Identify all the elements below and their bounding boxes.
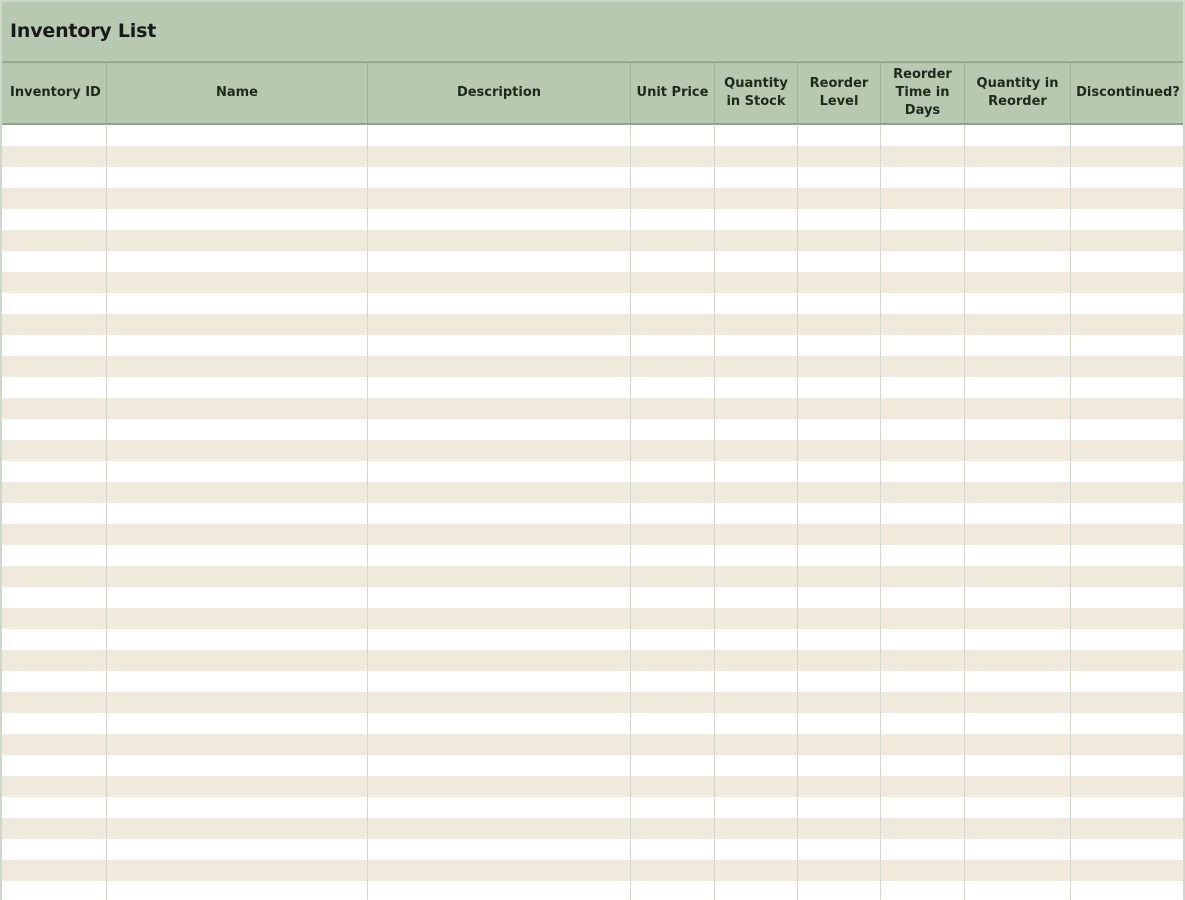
column-divider [714,125,715,900]
inventory-sheet: Inventory List Inventory ID Name Descrip… [0,0,1185,900]
column-divider [630,125,631,900]
sheet-left-edge [0,0,2,900]
column-header-discontinued[interactable]: Discontinued? [1071,63,1185,123]
column-divider [880,125,881,900]
column-header-reorder-level[interactable]: Reorder Level [798,63,881,123]
table-body[interactable] [0,125,1185,900]
column-header-quantity-in-stock[interactable]: Quantity in Stock [715,63,798,123]
column-header-quantity-in-reorder[interactable]: Quantity in Reorder [965,63,1071,123]
column-header-reorder-time-in-days[interactable]: Reorder Time in Days [881,63,965,123]
column-header-name[interactable]: Name [107,63,368,123]
column-header-inventory-id[interactable]: Inventory ID [0,63,107,123]
column-divider [106,125,107,900]
column-divider [964,125,965,900]
column-divider [1070,125,1071,900]
column-header-unit-price[interactable]: Unit Price [631,63,715,123]
title-bar: Inventory List [0,0,1185,62]
column-divider [797,125,798,900]
column-header-description[interactable]: Description [368,63,631,123]
column-divider [367,125,368,900]
sheet-title: Inventory List [10,20,157,42]
table-header-row: Inventory ID Name Description Unit Price… [0,62,1185,125]
